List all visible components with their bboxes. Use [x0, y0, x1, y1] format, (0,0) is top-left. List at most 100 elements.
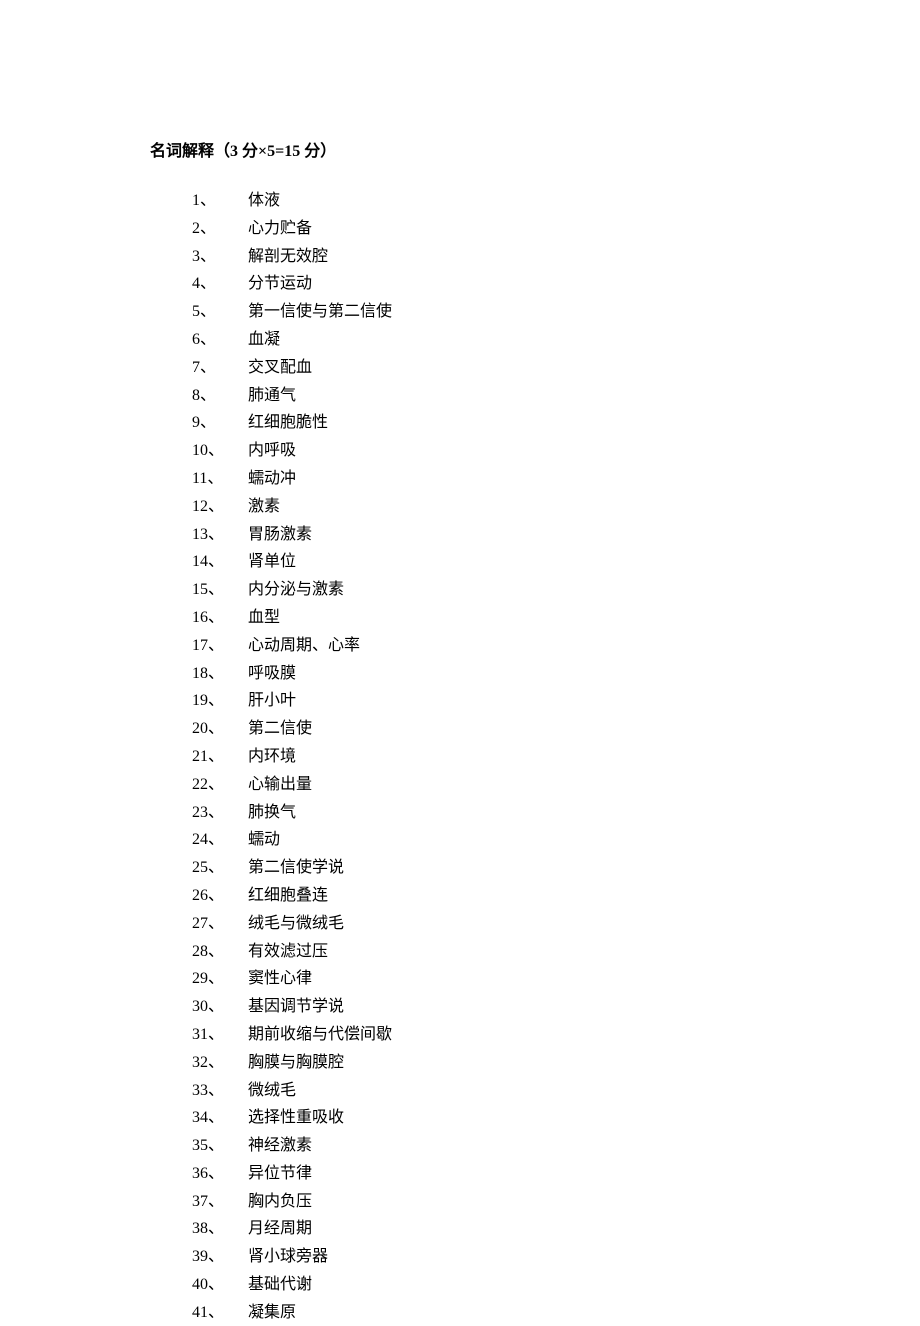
item-number: 17、	[192, 634, 248, 659]
list-item: 9、红细胞脆性	[192, 411, 770, 436]
list-item: 41、凝集原	[192, 1301, 770, 1326]
list-item: 29、窦性心律	[192, 967, 770, 992]
item-number: 16、	[192, 606, 248, 631]
item-number: 35、	[192, 1134, 248, 1159]
item-text: 内环境	[248, 745, 770, 770]
item-text: 肺换气	[248, 801, 770, 826]
item-text: 肾小球旁器	[248, 1245, 770, 1270]
list-item: 31、期前收缩与代偿间歇	[192, 1023, 770, 1048]
item-number: 3、	[192, 245, 248, 270]
list-item: 35、神经激素	[192, 1134, 770, 1159]
item-number: 6、	[192, 328, 248, 353]
item-number: 11、	[192, 467, 248, 492]
item-number: 8、	[192, 384, 248, 409]
item-number: 10、	[192, 439, 248, 464]
item-text: 红细胞叠连	[248, 884, 770, 909]
item-text: 微绒毛	[248, 1079, 770, 1104]
item-text: 基因调节学说	[248, 995, 770, 1020]
item-text: 异位节律	[248, 1162, 770, 1187]
item-number: 36、	[192, 1162, 248, 1187]
list-item: 3、解剖无效腔	[192, 245, 770, 270]
list-item: 25、第二信使学说	[192, 856, 770, 881]
list-item: 38、月经周期	[192, 1217, 770, 1242]
list-item: 16、血型	[192, 606, 770, 631]
item-number: 2、	[192, 217, 248, 242]
item-text: 第二信使学说	[248, 856, 770, 881]
item-text: 内呼吸	[248, 439, 770, 464]
item-number: 1、	[192, 189, 248, 214]
item-text: 蠕动冲	[248, 467, 770, 492]
item-number: 34、	[192, 1106, 248, 1131]
item-text: 肺通气	[248, 384, 770, 409]
item-text: 心动周期、心率	[248, 634, 770, 659]
list-item: 13、胃肠激素	[192, 523, 770, 548]
item-number: 7、	[192, 356, 248, 381]
item-number: 25、	[192, 856, 248, 881]
item-text: 血型	[248, 606, 770, 631]
list-item: 23、肺换气	[192, 801, 770, 826]
list-item: 10、内呼吸	[192, 439, 770, 464]
item-number: 29、	[192, 967, 248, 992]
list-item: 26、红细胞叠连	[192, 884, 770, 909]
list-item: 21、内环境	[192, 745, 770, 770]
list-item: 22、心输出量	[192, 773, 770, 798]
list-item: 14、肾单位	[192, 550, 770, 575]
item-number: 21、	[192, 745, 248, 770]
item-number: 12、	[192, 495, 248, 520]
list-item: 20、第二信使	[192, 717, 770, 742]
item-number: 37、	[192, 1190, 248, 1215]
item-text: 选择性重吸收	[248, 1106, 770, 1131]
list-item: 33、微绒毛	[192, 1079, 770, 1104]
item-number: 41、	[192, 1301, 248, 1326]
item-text: 激素	[248, 495, 770, 520]
item-text: 心力贮备	[248, 217, 770, 242]
item-number: 31、	[192, 1023, 248, 1048]
list-item: 7、交叉配血	[192, 356, 770, 381]
list-item: 8、肺通气	[192, 384, 770, 409]
list-item: 17、心动周期、心率	[192, 634, 770, 659]
item-number: 19、	[192, 689, 248, 714]
item-text: 呼吸膜	[248, 662, 770, 687]
item-text: 期前收缩与代偿间歇	[248, 1023, 770, 1048]
item-text: 交叉配血	[248, 356, 770, 381]
item-number: 32、	[192, 1051, 248, 1076]
item-text: 心输出量	[248, 773, 770, 798]
item-text: 神经激素	[248, 1134, 770, 1159]
item-number: 18、	[192, 662, 248, 687]
list-item: 28、有效滤过压	[192, 940, 770, 965]
list-item: 24、蠕动	[192, 828, 770, 853]
list-item: 34、选择性重吸收	[192, 1106, 770, 1131]
item-number: 22、	[192, 773, 248, 798]
item-number: 26、	[192, 884, 248, 909]
item-text: 基础代谢	[248, 1273, 770, 1298]
item-text: 血凝	[248, 328, 770, 353]
item-number: 30、	[192, 995, 248, 1020]
list-item: 36、异位节律	[192, 1162, 770, 1187]
item-text: 蠕动	[248, 828, 770, 853]
list-item: 2、心力贮备	[192, 217, 770, 242]
item-number: 4、	[192, 272, 248, 297]
item-number: 5、	[192, 300, 248, 325]
item-number: 40、	[192, 1273, 248, 1298]
item-text: 内分泌与激素	[248, 578, 770, 603]
item-number: 28、	[192, 940, 248, 965]
item-text: 胸内负压	[248, 1190, 770, 1215]
list-item: 18、呼吸膜	[192, 662, 770, 687]
list-item: 39、肾小球旁器	[192, 1245, 770, 1270]
item-text: 月经周期	[248, 1217, 770, 1242]
list-item: 30、基因调节学说	[192, 995, 770, 1020]
item-text: 第一信使与第二信使	[248, 300, 770, 325]
item-number: 20、	[192, 717, 248, 742]
list-item: 12、激素	[192, 495, 770, 520]
list-item: 40、基础代谢	[192, 1273, 770, 1298]
term-list: 1、体液2、心力贮备3、解剖无效腔4、分节运动5、第一信使与第二信使6、血凝7、…	[150, 189, 770, 1326]
item-number: 24、	[192, 828, 248, 853]
list-item: 5、第一信使与第二信使	[192, 300, 770, 325]
item-text: 凝集原	[248, 1301, 770, 1326]
item-number: 27、	[192, 912, 248, 937]
item-text: 解剖无效腔	[248, 245, 770, 270]
list-item: 6、血凝	[192, 328, 770, 353]
list-item: 4、分节运动	[192, 272, 770, 297]
item-number: 33、	[192, 1079, 248, 1104]
item-number: 15、	[192, 578, 248, 603]
